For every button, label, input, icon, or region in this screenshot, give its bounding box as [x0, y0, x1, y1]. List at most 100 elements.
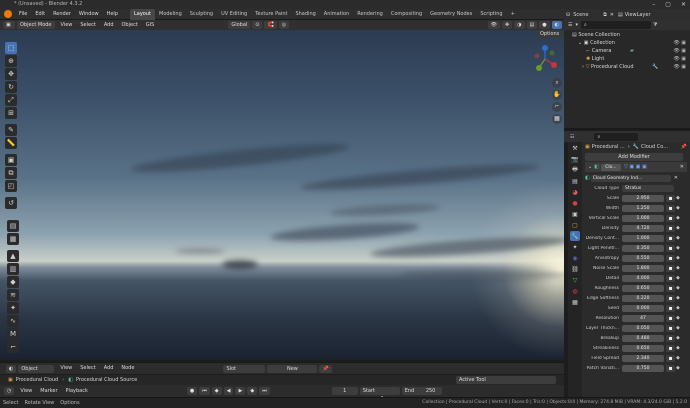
tab-geometry-nodes[interactable]: Geometry Nodes	[426, 9, 476, 20]
minimize-icon[interactable]: –	[652, 1, 655, 8]
cloud-type-dropdown[interactable]: Stratus	[622, 184, 674, 192]
tool-tab-icon[interactable]: ⚒	[570, 143, 580, 153]
visibility-eye-icon[interactable]: 👁 ▣	[673, 63, 686, 71]
expand-icon[interactable]: ⌄	[578, 40, 582, 46]
menu-file[interactable]: File	[15, 9, 31, 20]
param-driver-icon[interactable]: ◆	[676, 295, 681, 302]
active-tool-panel[interactable]: Active Tool	[456, 376, 556, 384]
breadcrumb-object[interactable]: Procedural Cloud	[16, 377, 58, 383]
modifier-wrench-icon[interactable]: 🔧	[652, 63, 658, 71]
param-value-field[interactable]: 1.800	[622, 264, 664, 272]
grid-tool-icon[interactable]: ▥	[7, 263, 19, 275]
view-layer-tab-icon[interactable]: ▤	[570, 176, 580, 186]
param-value-field[interactable]: 0.220	[622, 294, 664, 302]
new-scene-icon[interactable]: ⧉	[603, 12, 607, 18]
modifier-toggles-icon[interactable]: ▽ ▣ ▣ ▣	[624, 164, 647, 170]
param-value-field[interactable]: 0.000	[622, 304, 664, 312]
add-modifier-button[interactable]: Add Modifier	[585, 153, 683, 161]
param-value-field[interactable]: 0.050	[622, 324, 664, 332]
visibility-icon[interactable]: 👁	[487, 21, 500, 29]
pb-menu-view[interactable]: View	[16, 386, 36, 397]
tl-menu-select[interactable]: Select	[76, 363, 99, 374]
pin-icon[interactable]: 📌	[319, 364, 332, 373]
tl-menu-view[interactable]: View	[56, 363, 76, 374]
param-value-field[interactable]: 4.000	[622, 274, 664, 282]
tab-compositing[interactable]: Compositing	[387, 9, 426, 20]
xray-icon[interactable]: ▤	[526, 21, 538, 29]
end-frame-field[interactable]: End 250	[401, 387, 442, 395]
overlay-icon[interactable]: ◑	[514, 21, 525, 29]
param-keyframe-icon[interactable]: ▪	[666, 364, 675, 372]
particle-tool-icon[interactable]: ✦	[7, 302, 19, 314]
breadcrumb-source[interactable]: Procedural Cloud Source	[76, 377, 137, 383]
image-tool-icon[interactable]: ▦	[7, 233, 19, 245]
ortho-grid-icon[interactable]: ▦	[552, 114, 562, 124]
close-icon[interactable]: ✕	[681, 1, 686, 8]
tab-sculpting[interactable]: Sculpting	[186, 9, 217, 20]
weight-tool-icon[interactable]: ◆	[7, 276, 19, 288]
tl-menu-node[interactable]: Node	[117, 363, 138, 374]
collection-tab-icon[interactable]: ▣	[570, 209, 580, 219]
jump-start-icon[interactable]: ⏮	[199, 387, 210, 395]
record-icon[interactable]: ●	[186, 387, 198, 395]
param-driver-icon[interactable]: ◆	[676, 235, 681, 242]
material-tool-icon[interactable]: M	[7, 328, 19, 340]
param-keyframe-icon[interactable]: ▪	[666, 214, 675, 222]
blender-logo-icon[interactable]	[4, 10, 12, 18]
param-value-field[interactable]: 0.650	[622, 344, 664, 352]
pin-icon[interactable]: 📌	[681, 144, 687, 150]
visibility-eye-icon[interactable]: 👁 ▣	[673, 55, 686, 63]
camera-data-icon[interactable]: ▰	[630, 47, 634, 55]
pb-menu-marker[interactable]: Marker	[36, 386, 61, 397]
world-tab-icon[interactable]: ●	[570, 198, 580, 208]
current-frame-field[interactable]: 1	[331, 387, 358, 395]
param-keyframe-icon[interactable]: ▪	[666, 294, 675, 302]
object-dropdown[interactable]: Object	[18, 364, 55, 373]
camera-tool-icon[interactable]: ⌐	[7, 341, 19, 353]
output-tab-icon[interactable]: 🖶	[570, 165, 580, 175]
editor-type-icon[interactable]: ◐	[6, 364, 17, 373]
outliner[interactable]: ▤ Scene Collection ⌄ ▣ Collection 👁 ▣ ⌐ …	[564, 30, 690, 130]
constraints-tab-icon[interactable]: ⛓	[570, 264, 580, 274]
outliner-row-light[interactable]: ✺ Light 👁 ▣	[564, 55, 690, 63]
vp-menu-select[interactable]: Select	[76, 20, 99, 31]
menu-help[interactable]: Help	[103, 9, 122, 20]
param-keyframe-icon[interactable]: ▪	[666, 224, 675, 232]
sculpt-tool-icon[interactable]: ▲	[7, 250, 19, 262]
mode-dropdown[interactable]: Object Mode	[17, 21, 55, 29]
filter-icon[interactable]: ▾	[575, 22, 578, 28]
param-value-field[interactable]: 0.750	[622, 364, 664, 372]
visibility-eye-icon[interactable]: 👁 ▣	[673, 39, 686, 47]
param-value-field[interactable]: 47	[622, 314, 664, 322]
param-keyframe-icon[interactable]: ▪	[666, 244, 675, 252]
param-keyframe-icon[interactable]: ▪	[666, 314, 675, 322]
start-frame-field[interactable]: Start 1	[359, 387, 400, 402]
menu-window[interactable]: Window	[75, 9, 103, 20]
param-driver-icon[interactable]: ◆	[676, 325, 681, 332]
param-keyframe-icon[interactable]: ▪	[666, 194, 675, 202]
nodegroup-field[interactable]: Cloud Geometry Ind...	[590, 174, 671, 182]
timeline-editor-icon[interactable]: ◷	[4, 387, 15, 395]
param-value-field[interactable]: 1.000	[622, 234, 664, 242]
param-value-field[interactable]: 1.250	[622, 204, 664, 212]
object-tab-icon[interactable]: ▢	[570, 220, 580, 230]
move-tool-icon[interactable]: ✥	[5, 68, 17, 80]
modifier-name-field[interactable]: Clo...	[600, 163, 621, 171]
modifier-delete-icon[interactable]: ✕	[680, 164, 684, 170]
options-button[interactable]: Options	[537, 30, 563, 38]
outliner-type-icon[interactable]: ☰	[568, 22, 572, 28]
properties-type-icon[interactable]: ☷	[570, 134, 574, 140]
outliner-row-scene-collection[interactable]: ▤ Scene Collection	[564, 31, 690, 39]
properties-search[interactable]: ⌕	[594, 132, 639, 141]
tab-modeling[interactable]: Modeling	[155, 9, 186, 20]
param-driver-icon[interactable]: ◆	[676, 285, 681, 292]
scale-tool-icon[interactable]: ⤢	[5, 94, 17, 106]
outliner-filter-icon[interactable]: ⧩	[653, 22, 657, 28]
menu-edit[interactable]: Edit	[31, 9, 49, 20]
param-keyframe-icon[interactable]: ▪	[666, 304, 675, 312]
param-driver-icon[interactable]: ◆	[676, 345, 681, 352]
param-driver-icon[interactable]: ◆	[676, 315, 681, 322]
param-value-field[interactable]: 0.350	[622, 244, 664, 252]
cursor-tool-icon[interactable]: ⊕	[5, 55, 17, 67]
param-driver-icon[interactable]: ◆	[676, 215, 681, 222]
